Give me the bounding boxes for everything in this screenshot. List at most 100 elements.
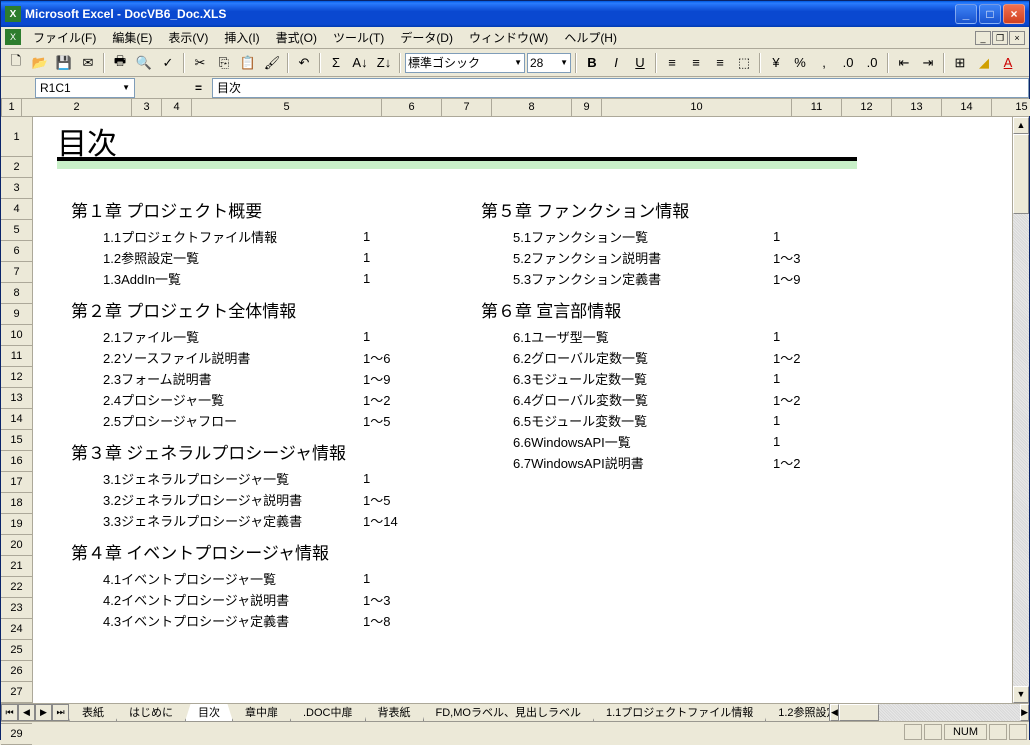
row-header[interactable]: 18 — [1, 493, 32, 514]
menu-file[interactable]: ファイル(F) — [25, 27, 104, 48]
scroll-thumb[interactable] — [1013, 134, 1029, 214]
horizontal-scrollbar[interactable]: ◀ ▶ — [829, 704, 1029, 721]
mdi-close-button[interactable]: × — [1009, 31, 1025, 45]
scroll-left-button[interactable]: ◀ — [830, 704, 839, 721]
row-header[interactable]: 29 — [1, 724, 32, 745]
tab-last-button[interactable]: ⏭ — [52, 704, 69, 721]
borders-button[interactable]: ⊞ — [949, 52, 971, 74]
minimize-button[interactable]: _ — [955, 4, 977, 24]
cut-button[interactable]: ✂ — [189, 52, 211, 74]
row-header[interactable]: 22 — [1, 577, 32, 598]
menu-tools[interactable]: ツール(T) — [325, 27, 392, 48]
maximize-button[interactable]: □ — [979, 4, 1001, 24]
row-header[interactable]: 24 — [1, 619, 32, 640]
row-header[interactable]: 13 — [1, 388, 32, 409]
dec-decimal-button[interactable]: .0 — [861, 52, 883, 74]
align-center-button[interactable]: ≡ — [685, 52, 707, 74]
font-select[interactable]: 標準ゴシック▼ — [405, 53, 525, 73]
scroll-track[interactable] — [1013, 134, 1029, 686]
align-right-button[interactable]: ≡ — [709, 52, 731, 74]
row-header[interactable]: 27 — [1, 682, 32, 703]
menu-view[interactable]: 表示(V) — [160, 27, 216, 48]
format-painter-button[interactable]: 🖌 — [261, 52, 283, 74]
column-header[interactable]: 6 — [382, 99, 442, 116]
font-color-button[interactable]: A — [997, 52, 1019, 74]
menu-data[interactable]: データ(D) — [392, 27, 461, 48]
row-header[interactable]: 23 — [1, 598, 32, 619]
sheet-tab[interactable]: 表紙 — [69, 704, 117, 722]
menu-format[interactable]: 書式(O) — [268, 27, 325, 48]
paste-button[interactable]: 📋 — [237, 52, 259, 74]
row-header[interactable]: 2 — [1, 157, 32, 178]
sheet-tab[interactable]: 目次 — [185, 704, 233, 722]
sheet-tab[interactable]: 章中扉 — [232, 704, 291, 722]
formula-input[interactable]: 目次 — [212, 78, 1029, 98]
fill-color-button[interactable]: ◢ — [973, 52, 995, 74]
row-header[interactable]: 12 — [1, 367, 32, 388]
row-header[interactable]: 20 — [1, 535, 32, 556]
row-header[interactable]: 8 — [1, 283, 32, 304]
bold-button[interactable]: B — [581, 52, 603, 74]
save-button[interactable]: 💾 — [53, 52, 75, 74]
row-header[interactable]: 5 — [1, 220, 32, 241]
inc-decimal-button[interactable]: .0 — [837, 52, 859, 74]
sheet-tab[interactable]: FD,MOラベル、見出しラベル — [423, 704, 594, 722]
column-header[interactable]: 8 — [492, 99, 572, 116]
worksheet-area[interactable]: 目次 第１章 プロジェクト概要1.1プロジェクトファイル情報11.2参照設定一覧… — [33, 117, 1012, 703]
column-header[interactable]: 15 — [992, 99, 1030, 116]
column-header[interactable]: 10 — [602, 99, 792, 116]
row-header[interactable]: 3 — [1, 178, 32, 199]
row-header[interactable]: 26 — [1, 661, 32, 682]
row-header[interactable]: 6 — [1, 241, 32, 262]
row-header[interactable]: 4 — [1, 199, 32, 220]
row-header[interactable]: 9 — [1, 304, 32, 325]
scroll-down-button[interactable]: ▼ — [1013, 686, 1029, 703]
new-button[interactable]: 🗋 — [5, 52, 27, 74]
menu-insert[interactable]: 挿入(I) — [216, 27, 267, 48]
row-header[interactable]: 25 — [1, 640, 32, 661]
autosum-button[interactable]: Σ — [325, 52, 347, 74]
scroll-up-button[interactable]: ▲ — [1013, 117, 1029, 134]
tab-prev-button[interactable]: ◀ — [18, 704, 35, 721]
sheet-tab[interactable]: 1.1プロジェクトファイル情報 — [593, 704, 766, 722]
mdi-minimize-button[interactable]: _ — [975, 31, 991, 45]
menu-edit[interactable]: 編集(E) — [104, 27, 160, 48]
row-header[interactable]: 10 — [1, 325, 32, 346]
copy-button[interactable]: ⎘ — [213, 52, 235, 74]
scroll-track-h[interactable] — [839, 704, 1020, 721]
sort-desc-button[interactable]: Z↓ — [373, 52, 395, 74]
menu-help[interactable]: ヘルプ(H) — [556, 27, 625, 48]
row-header[interactable]: 15 — [1, 430, 32, 451]
sheet-tab[interactable]: 1.2参照設定一覧 — [765, 704, 829, 722]
print-button[interactable]: 🖶 — [109, 52, 131, 74]
column-header[interactable]: 12 — [842, 99, 892, 116]
italic-button[interactable]: I — [605, 52, 627, 74]
font-size-select[interactable]: 28▼ — [527, 53, 571, 73]
undo-button[interactable]: ↶ — [293, 52, 315, 74]
column-header[interactable]: 5 — [192, 99, 382, 116]
scroll-right-button[interactable]: ▶ — [1020, 704, 1029, 721]
inc-indent-button[interactable]: ⇥ — [917, 52, 939, 74]
row-header[interactable]: 16 — [1, 451, 32, 472]
sort-asc-button[interactable]: A↓ — [349, 52, 371, 74]
mail-button[interactable]: ✉ — [77, 52, 99, 74]
name-box[interactable]: R1C1▼ — [35, 78, 135, 98]
tab-next-button[interactable]: ▶ — [35, 704, 52, 721]
comma-button[interactable]: , — [813, 52, 835, 74]
row-header[interactable]: 14 — [1, 409, 32, 430]
close-button[interactable]: × — [1003, 4, 1025, 24]
row-header[interactable]: 19 — [1, 514, 32, 535]
sheet-tab[interactable]: 背表紙 — [365, 704, 424, 722]
percent-button[interactable]: % — [789, 52, 811, 74]
column-header[interactable]: 2 — [22, 99, 132, 116]
vertical-scrollbar[interactable]: ▲ ▼ — [1012, 117, 1029, 703]
row-header[interactable]: 1 — [1, 117, 32, 157]
column-header[interactable]: 3 — [132, 99, 162, 116]
row-header[interactable]: 21 — [1, 556, 32, 577]
scroll-thumb-h[interactable] — [839, 704, 879, 721]
open-button[interactable]: 📂 — [29, 52, 51, 74]
mdi-restore-button[interactable]: ❐ — [992, 31, 1008, 45]
align-left-button[interactable]: ≡ — [661, 52, 683, 74]
column-header[interactable]: 7 — [442, 99, 492, 116]
preview-button[interactable]: 🔍 — [133, 52, 155, 74]
